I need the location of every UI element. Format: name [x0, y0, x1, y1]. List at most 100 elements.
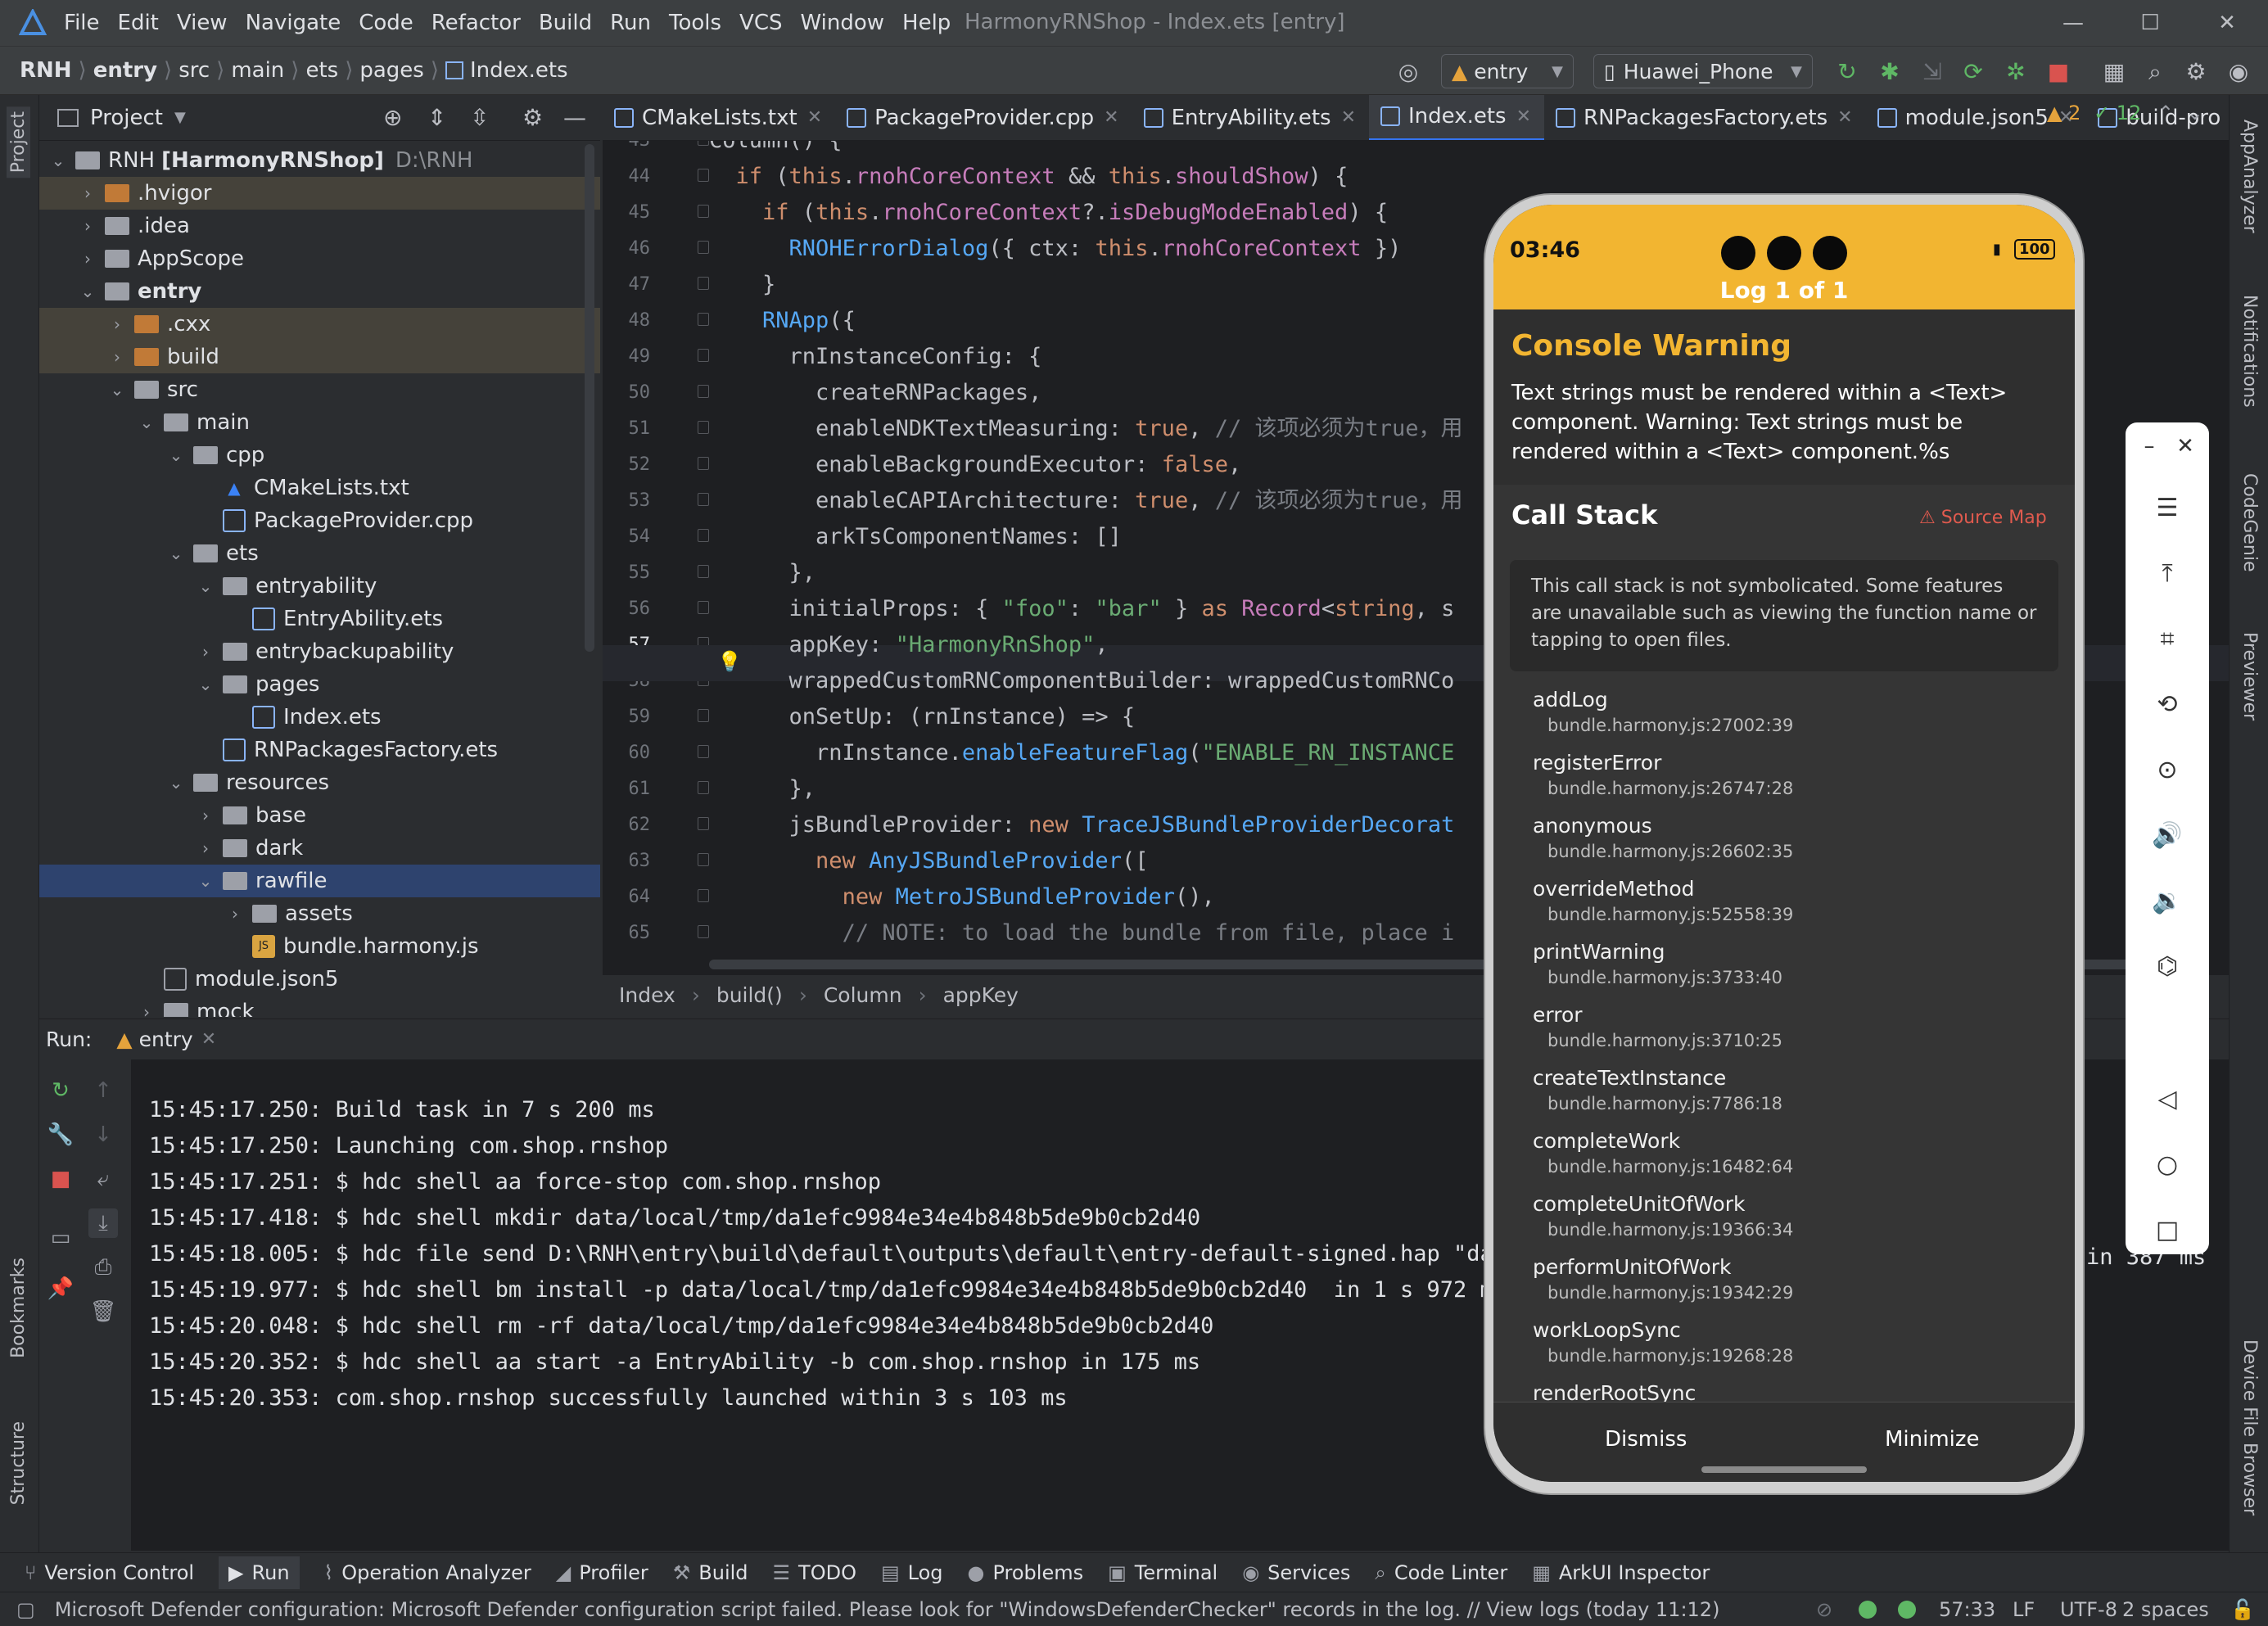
menu-refactor[interactable]: Refactor — [431, 11, 521, 35]
breadcrumb-pages[interactable]: pages — [359, 58, 423, 83]
bookmarks-tool-button[interactable]: Bookmarks — [8, 1258, 29, 1358]
chevron-down-icon[interactable]: ⌄ — [167, 544, 185, 563]
project-tool-button[interactable]: Project — [7, 106, 30, 178]
apply-changes-icon[interactable]: ⟳ — [1959, 57, 1988, 87]
fold-marker-icon[interactable] — [698, 745, 709, 758]
tree-item[interactable]: JS bundle.harmony.js — [39, 930, 600, 963]
close-tab-icon[interactable]: ✕ — [1341, 107, 1356, 128]
stack-frame-name[interactable]: error — [1533, 1003, 1583, 1027]
minimize-button[interactable]: Minimize — [1885, 1427, 1980, 1452]
chevron-down-icon[interactable]: ⌄ — [197, 576, 215, 596]
search-icon[interactable]: ⌕ — [2140, 57, 2170, 87]
soft-wrap-icon[interactable]: ⤶ — [88, 1164, 118, 1194]
tree-item[interactable]: Index.ets — [39, 701, 600, 734]
fold-marker-icon[interactable] — [698, 349, 709, 362]
tree-item[interactable]: ▲ CMakeLists.txt — [39, 472, 600, 504]
target-icon[interactable]: ◎ — [1394, 57, 1423, 87]
stop-icon[interactable]: ■ — [2044, 57, 2073, 87]
dismiss-button[interactable]: Dismiss — [1605, 1427, 1687, 1452]
fold-marker-icon[interactable] — [698, 925, 709, 938]
tool-window-todo[interactable]: ☰ TODO — [773, 1561, 856, 1584]
tree-item[interactable]: ⌄ entry — [39, 275, 600, 308]
breadcrumb-file[interactable]: Index.ets — [470, 58, 568, 83]
fold-marker-icon[interactable] — [698, 529, 709, 542]
tree-item[interactable]: › base — [39, 799, 600, 832]
stack-frame-name[interactable]: completeUnitOfWork — [1533, 1192, 1745, 1216]
chevron-down-icon[interactable]: ⌄ — [197, 675, 215, 694]
back-icon[interactable]: ◁ — [2150, 1082, 2184, 1117]
breadcrumb-ets[interactable]: ets — [305, 58, 338, 83]
caret-position[interactable]: 57:33 — [1939, 1598, 1995, 1621]
tool-window-version-control[interactable]: ⑂ Version Control — [25, 1561, 194, 1584]
run-tab-entry[interactable]: entry — [139, 1028, 193, 1051]
phone-screen[interactable]: 03:46 ▮ 100 Log 1 of 1 Console Warning T… — [1493, 205, 2075, 1482]
scroll-to-end-icon[interactable]: ⤓ — [88, 1208, 118, 1238]
file-encoding[interactable]: UTF-8 — [2060, 1598, 2117, 1621]
fold-marker-icon[interactable] — [698, 277, 709, 290]
fold-marker-icon[interactable] — [698, 817, 709, 830]
collapse-all-icon[interactable]: ⇳ — [470, 104, 489, 131]
expand-all-icon[interactable]: ⇕ — [427, 104, 446, 131]
chevron-right-icon[interactable]: › — [197, 838, 215, 858]
minimize-window-button[interactable]: — — [2057, 7, 2090, 39]
menu-window[interactable]: Window — [801, 11, 885, 35]
tree-item[interactable]: › mock — [39, 996, 600, 1017]
tree-item[interactable]: › dark — [39, 832, 600, 865]
volume-down-icon[interactable]: 🔉 — [2150, 884, 2184, 919]
home-indicator[interactable] — [1701, 1466, 1867, 1473]
tool-window-problems[interactable]: ● Problems — [968, 1561, 1084, 1584]
tool-window-arkui-inspector[interactable]: ▦ ArkUI Inspector — [1532, 1561, 1710, 1584]
fold-marker-icon[interactable] — [698, 205, 709, 218]
chevron-right-icon[interactable]: › — [138, 1002, 156, 1017]
fold-marker-icon[interactable] — [698, 313, 709, 326]
stack-frame-name[interactable]: registerError — [1533, 751, 1661, 775]
tree-item[interactable]: ⌄ rawfile — [39, 865, 600, 897]
fold-marker-icon[interactable] — [698, 241, 709, 254]
module-select[interactable]: ▲ entry ▼ — [1441, 54, 1574, 88]
chevron-right-icon[interactable]: › — [108, 347, 126, 367]
project-structure-icon[interactable]: ▦ — [2099, 57, 2129, 87]
tree-item[interactable]: ⌄ entryability — [39, 570, 600, 603]
close-tab-icon[interactable]: ✕ — [807, 107, 822, 128]
stop-icon[interactable]: ■ — [46, 1164, 75, 1194]
fold-marker-icon[interactable] — [698, 169, 709, 182]
arrow-up-icon[interactable]: ↑ — [88, 1076, 118, 1105]
inspection-widget[interactable]: ▲ 2 ✓ 12 ⌃ ⌄ — [2047, 102, 2211, 124]
tree-item[interactable]: ⌄ RNH [HarmonyRNShop] D:\RNH — [39, 144, 600, 177]
print-icon[interactable]: ⎙ — [88, 1253, 118, 1282]
fold-marker-icon[interactable] — [698, 421, 709, 434]
breadcrumb-main[interactable]: main — [231, 58, 284, 83]
chevron-down-icon[interactable]: ⌄ — [49, 151, 67, 170]
rotate-icon[interactable]: ⟲ — [2150, 688, 2184, 722]
trash-icon[interactable]: 🗑 — [88, 1297, 118, 1326]
menu-build[interactable]: Build — [539, 11, 592, 35]
breadcrumb-column[interactable]: Column — [824, 983, 902, 1007]
tool-window-operation-analyzer[interactable]: ⌇ Operation Analyzer — [324, 1561, 531, 1584]
breadcrumb-root[interactable]: RNH — [20, 58, 72, 83]
debug-icon[interactable]: ✱ — [1875, 57, 1904, 87]
chevron-right-icon[interactable]: › — [108, 314, 126, 334]
wrench-icon[interactable]: 🔧 — [46, 1120, 75, 1149]
fold-marker-icon[interactable] — [698, 141, 709, 146]
recents-icon[interactable]: □ — [2150, 1213, 2184, 1248]
tool-window-code-linter[interactable]: ⌕ Code Linter — [1375, 1561, 1507, 1584]
tree-item[interactable]: ⌄ resources — [39, 766, 600, 799]
stack-frame-name[interactable]: anonymous — [1533, 814, 1652, 838]
tree-item[interactable]: › assets — [39, 897, 600, 930]
stack-frame-name[interactable]: completeWork — [1533, 1129, 1680, 1153]
pin-icon[interactable]: 📌 — [46, 1274, 75, 1303]
rerun-icon[interactable]: ↻ — [46, 1076, 75, 1105]
menu-help[interactable]: Help — [902, 11, 951, 35]
close-emulator-icon[interactable]: ✕ — [2168, 429, 2202, 463]
chevron-down-icon[interactable]: ⌄ — [2187, 102, 2203, 124]
device-select[interactable]: ▯ Huawei_Phone ▼ — [1593, 54, 1813, 88]
breadcrumb-build[interactable]: build() — [716, 983, 783, 1007]
tree-item[interactable]: ⌄ src — [39, 373, 600, 406]
tree-item[interactable]: ⌄ ets — [39, 537, 600, 570]
menu-navigate[interactable]: Navigate — [246, 11, 341, 35]
tree-item[interactable]: › build — [39, 341, 600, 373]
tree-item[interactable]: › .idea — [39, 210, 600, 242]
tree-item[interactable]: › .cxx — [39, 308, 600, 341]
menu-tools[interactable]: Tools — [669, 11, 721, 35]
stack-frame-name[interactable]: overrideMethod — [1533, 877, 1695, 901]
